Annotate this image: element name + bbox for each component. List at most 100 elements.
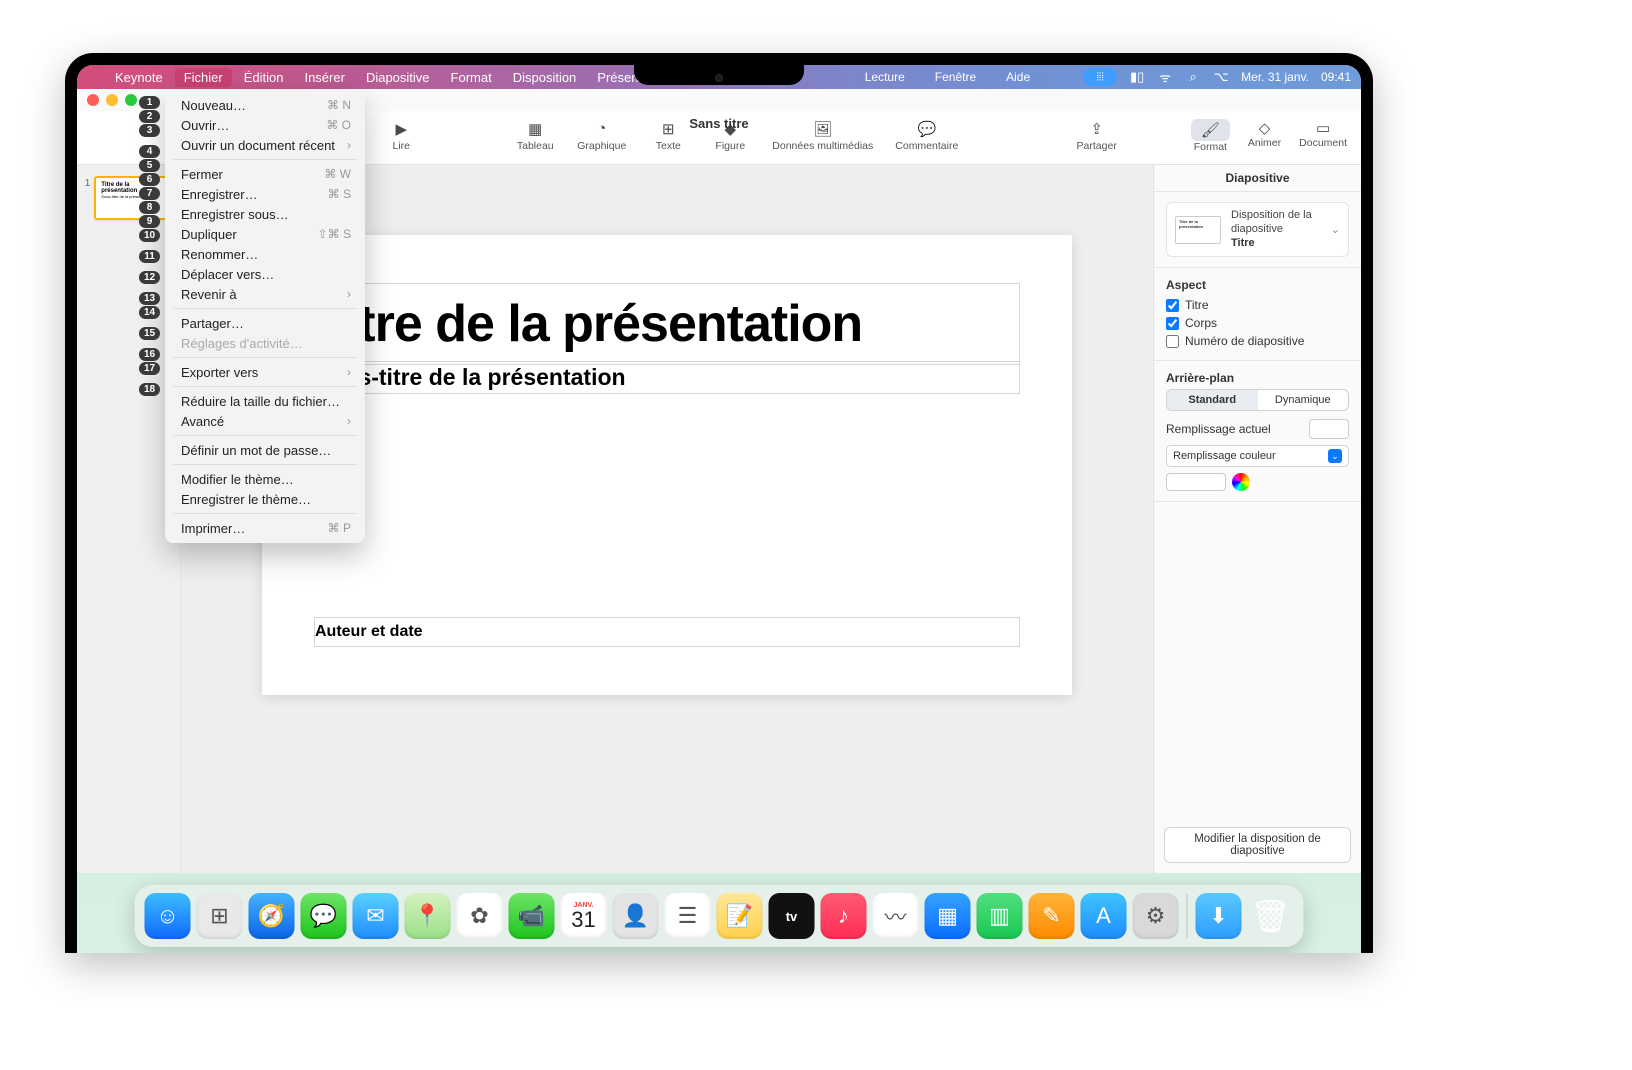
menu-item-partager-[interactable]: Partager… [165,313,365,333]
dock-freeform[interactable]: 〰 [873,893,919,939]
dock-facetime[interactable]: 📹 [509,893,555,939]
seg-dynamique[interactable]: Dynamique [1258,390,1349,410]
checkbox-corps[interactable]: Corps [1166,314,1349,332]
tab-document[interactable]: ▭Document [1299,119,1347,153]
slide-title-textbox[interactable]: Titre de la présentation [314,283,1020,365]
checkbox-titre[interactable]: Titre [1166,296,1349,314]
dock-launchpad[interactable]: ⊞ [197,893,243,939]
dock-pages[interactable]: ✎ [1029,893,1075,939]
menu-disposition[interactable]: Disposition [504,68,586,87]
slide[interactable]: Titre de la présentation Sous-titre de l… [262,235,1072,695]
menu-aide[interactable]: Aide [997,68,1039,86]
menu-fichier[interactable]: Fichier [175,68,232,87]
menu-item-modifier-le-th-me-[interactable]: Modifier le thème… [165,469,365,489]
dock-reminders[interactable]: ☰ [665,893,711,939]
menu-item-renommer-[interactable]: Renommer… [165,244,365,264]
menu-item-d-finir-un-mot-de-passe-[interactable]: Définir un mot de passe… [165,440,365,460]
window-title: Sans titre [689,116,748,131]
step-badge: 4 [139,145,160,158]
control-center-icon[interactable]: ⌥ [1213,69,1229,85]
wifi-icon[interactable]: ᯤ [1157,68,1173,86]
toolbar-label: Données multimédias [772,140,873,152]
dock-photos[interactable]: ✿ [457,893,503,939]
menu-inserer[interactable]: Insérer [295,68,353,87]
color-wheel-icon[interactable] [1232,473,1250,491]
select-arrow-icon: ⌄ [1328,449,1342,463]
checkbox-numero[interactable]: Numéro de diapositive [1166,332,1349,350]
menu-item-nouveau-[interactable]: Nouveau…⌘ N [165,95,365,115]
battery-icon[interactable]: ▮▯ [1129,69,1145,85]
minimize-button[interactable] [106,94,118,106]
menu-edition[interactable]: Édition [235,68,293,87]
toolbar-play[interactable]: ▶ Lire [381,120,421,152]
background-segment[interactable]: Standard Dynamique [1166,389,1349,411]
spotlight-icon[interactable]: ⌕ [1185,69,1201,85]
dock-mail[interactable]: ✉ [353,893,399,939]
menu-item-revenir-[interactable]: Revenir à› [165,284,365,304]
dock-finder[interactable]: ☺ [145,893,191,939]
menu-fenetre[interactable]: Fenêtre [926,68,985,86]
toolbar-comment[interactable]: 💬Commentaire [895,120,958,152]
dock-tv[interactable]: tv [769,893,815,939]
menubar-date[interactable]: Mer. 31 janv. [1241,70,1309,84]
slide-thumbnail[interactable]: Titre de la présentation Sous-titre de l… [94,176,172,220]
menu-item-avanc-[interactable]: Avancé› [165,411,365,431]
menu-format[interactable]: Format [442,68,501,87]
menu-item-imprimer-[interactable]: Imprimer…⌘ P [165,518,365,538]
toolbar-share[interactable]: ⇪Partager [1077,120,1117,152]
layout-value: Titre [1231,237,1321,251]
menu-item-enregistrer-sous-[interactable]: Enregistrer sous… [165,204,365,224]
toolbar-table[interactable]: ▦Tableau [515,120,555,152]
file-menu-dropdown[interactable]: Nouveau…⌘ NOuvrir…⌘ OOuvrir un document … [165,90,365,543]
dock-calendar[interactable]: JANV.31 [561,893,607,939]
step-badge: 11 [139,250,160,263]
menu-item-fermer[interactable]: Fermer⌘ W [165,164,365,184]
dock-numbers[interactable]: ▥ [977,893,1023,939]
dock-notes[interactable]: 📝 [717,893,763,939]
dock[interactable]: ☺⊞🧭💬✉📍✿📹JANV.31👤☰📝tv♪〰▦▥✎A⚙ ⬇🗑 [135,885,1304,947]
dock-downloads[interactable]: ⬇ [1196,893,1242,939]
dock-appstore[interactable]: A [1081,893,1127,939]
menu-item-enregistrer-le-th-me-[interactable]: Enregistrer le thème… [165,489,365,509]
toolbar-chart[interactable]: ◔Graphique [577,120,626,152]
menu-diapositive[interactable]: Diapositive [357,68,439,87]
dock-trash[interactable]: 🗑 [1248,893,1294,939]
modify-layout-button[interactable]: Modifier la disposition de diapositive [1164,827,1351,863]
tab-animate[interactable]: ◇Animer [1248,119,1281,153]
menu-item-ouvrir-un-document-r-cent[interactable]: Ouvrir un document récent› [165,135,365,155]
menu-item-ouvrir-[interactable]: Ouvrir…⌘ O [165,115,365,135]
dock-music[interactable]: ♪ [821,893,867,939]
tab-format[interactable]: 🖌Format [1191,119,1230,153]
color-well[interactable] [1166,473,1226,491]
animate-icon: ◇ [1259,119,1271,137]
dock-settings[interactable]: ⚙ [1133,893,1179,939]
dock-keynote[interactable]: ▦ [925,893,971,939]
fill-swatch[interactable] [1309,419,1349,439]
menu-lecture[interactable]: Lecture [856,68,914,86]
toolbar-text[interactable]: ⊞Texte [648,120,688,152]
menu-item-r-duire-la-taille-du-fichier-[interactable]: Réduire la taille du fichier… [165,391,365,411]
dock-safari[interactable]: 🧭 [249,893,295,939]
tab-label: Animer [1248,137,1281,149]
seg-standard[interactable]: Standard [1167,390,1258,410]
toolbar-media[interactable]: 🖼Données multimédias [772,120,873,152]
layout-picker[interactable]: Titre de la présentation Disposition de … [1166,202,1349,257]
dock-messages[interactable]: 💬 [301,893,347,939]
dock-maps[interactable]: 📍 [405,893,451,939]
mic-indicator[interactable]: ⦙⦙⦙ [1083,68,1117,86]
table-icon: ▦ [528,120,542,138]
menu-item-dupliquer[interactable]: Dupliquer⇧⌘ S [165,224,365,244]
inspector-header: Diapositive [1154,165,1361,192]
dock-contacts[interactable]: 👤 [613,893,659,939]
menu-item-enregistrer-[interactable]: Enregistrer…⌘ S [165,184,365,204]
step-badges: 123456789101112131415161718 [139,96,160,396]
menubar-time[interactable]: 09:41 [1321,70,1351,84]
menu-app[interactable]: Keynote [106,68,172,87]
fill-type-select[interactable]: Remplissage couleur ⌄ [1166,445,1349,467]
close-button[interactable] [87,94,99,106]
menu-item-d-placer-vers-[interactable]: Déplacer vers… [165,264,365,284]
slide-subtitle-textbox[interactable]: Sous-titre de la présentation [314,361,1020,394]
menu-item-exporter-vers[interactable]: Exporter vers› [165,362,365,382]
fullscreen-button[interactable] [125,94,137,106]
slide-author-textbox[interactable]: Auteur et date [314,617,1020,647]
